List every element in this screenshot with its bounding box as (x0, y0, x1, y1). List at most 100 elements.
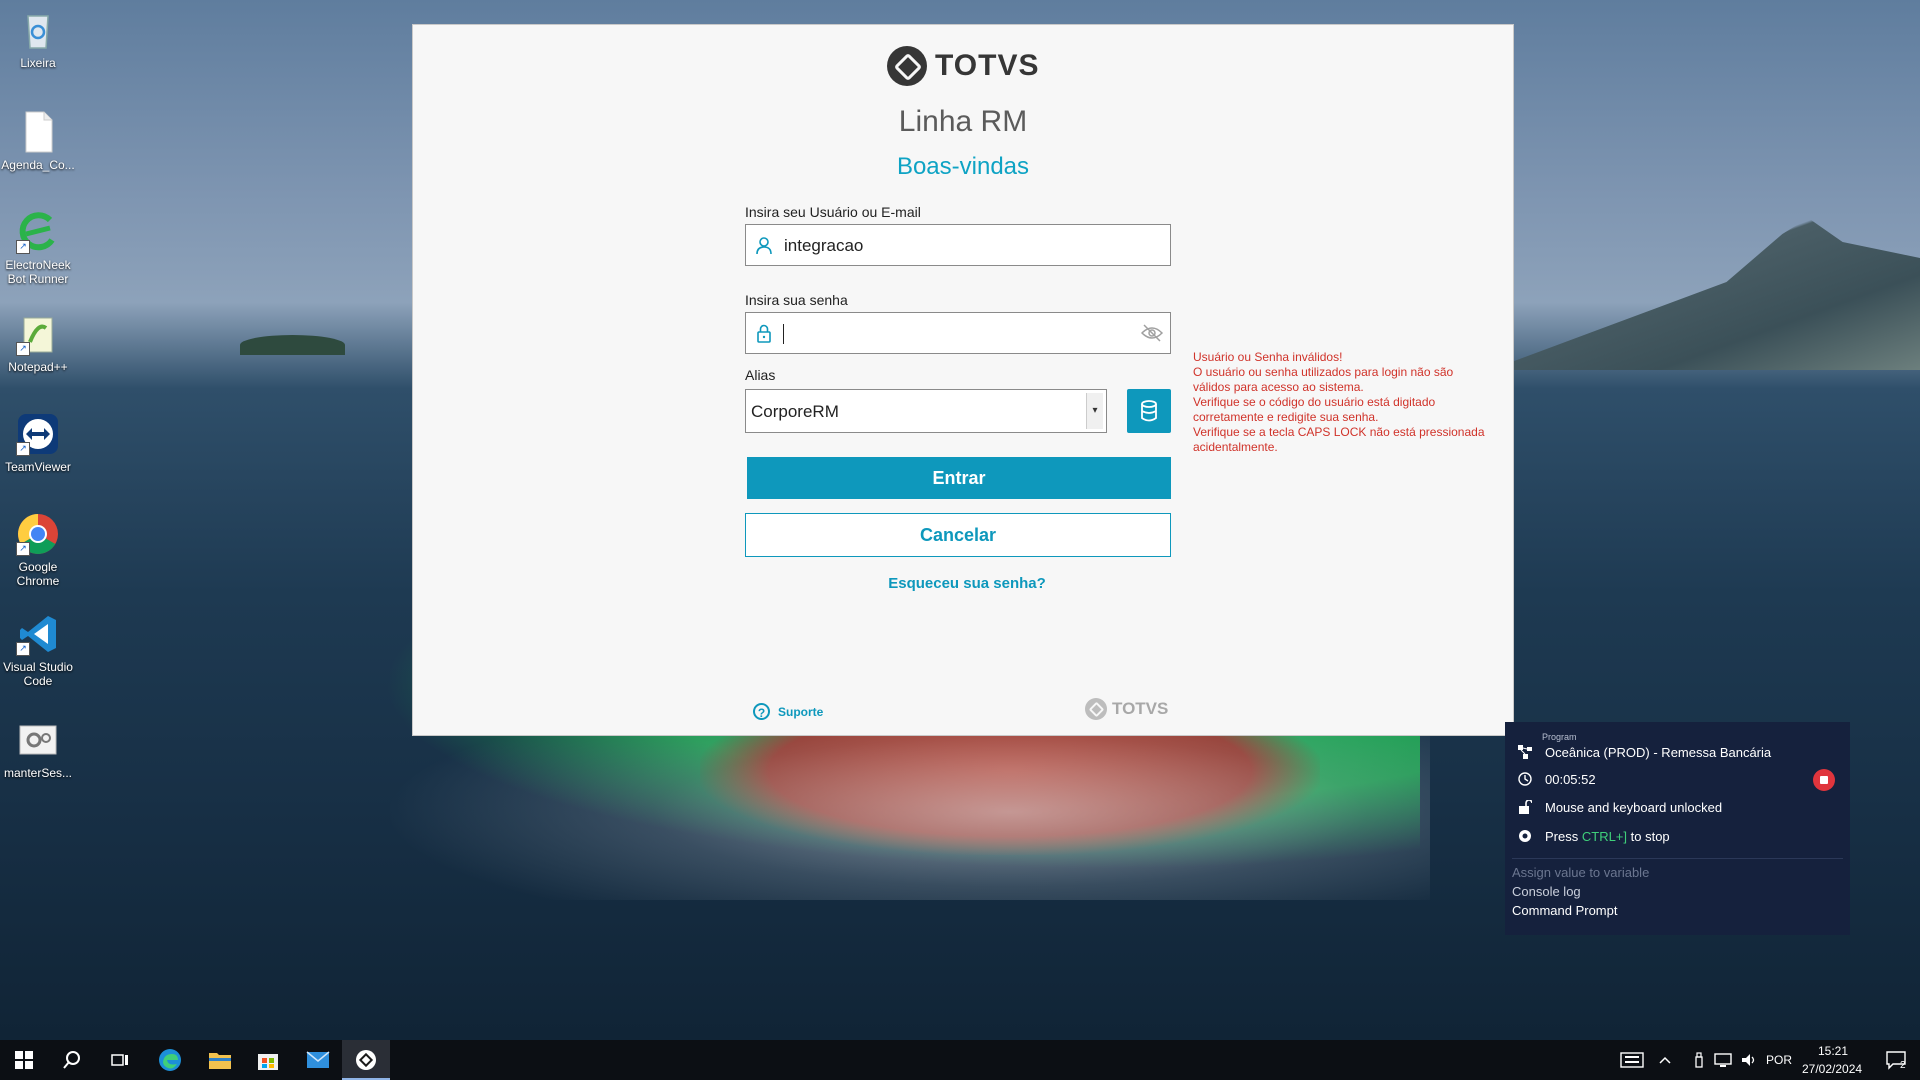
desktop-icon-label: ElectroNeek Bot Runner (5, 258, 71, 286)
stop-icon (1820, 776, 1828, 784)
desktop-icon-teamviewer[interactable]: ↗ TeamViewer (0, 412, 76, 474)
alias-value: CorporeRM (751, 402, 839, 421)
desktop-icon-label: manterSes... (3, 766, 73, 780)
alias-select[interactable]: CorporeRM ▾ (745, 389, 1107, 433)
password-label: Insira sua senha (745, 292, 848, 308)
program-name: Oceânica (PROD) - Remessa Bancária (1545, 744, 1772, 760)
background-island (240, 335, 345, 355)
desktop-icon-label: Notepad++ (8, 360, 68, 374)
shortcut-arrow-icon: ↗ (16, 442, 30, 456)
stop-hint-row: Press CTRL+] to stop (1517, 828, 1670, 844)
file-explorer-icon[interactable] (196, 1040, 244, 1080)
desktop-icon-label: Lixeira (20, 56, 56, 70)
brand-name: TOTVS (935, 49, 1040, 82)
keyboard-icon[interactable] (1608, 1040, 1656, 1080)
recycle-bin-icon (16, 8, 60, 52)
shortcut-arrow-icon: ↗ (16, 542, 30, 556)
teamviewer-icon: ↗ (16, 412, 60, 456)
desktop-icon-label: TeamViewer (5, 460, 71, 474)
desktop-icon-electroneek[interactable]: ↗ ElectroNeek Bot Runner (0, 210, 76, 286)
search-icon[interactable] (48, 1040, 96, 1080)
log-line: Assign value to variable (1512, 865, 1650, 880)
text-caret (783, 324, 784, 344)
elapsed-time: 00:05:52 (1545, 771, 1596, 787)
task-view-icon[interactable] (96, 1040, 144, 1080)
notepadpp-icon: ↗ (16, 312, 60, 356)
lock-row: Mouse and keyboard unlocked (1517, 799, 1722, 815)
desktop-icon-recycle-bin[interactable]: Lixeira (0, 8, 76, 70)
login-error-message: Usuário ou Senha inválidos! O usuário ou… (1193, 350, 1493, 455)
desktop-icon-chrome[interactable]: ↗ Google Chrome (0, 512, 76, 588)
totvs-logo-icon (1085, 698, 1107, 720)
file-icon (16, 110, 60, 154)
chevron-up-icon[interactable] (1653, 1040, 1677, 1080)
totvs-taskbar-icon[interactable] (342, 1040, 390, 1080)
taskbar: POR 15:21 27/02/2024 2 (0, 1040, 1920, 1080)
elapsed-row: 00:05:52 (1517, 771, 1596, 787)
forgot-password-link[interactable]: Esqueceu sua senha? (745, 575, 1189, 592)
program-caption: Program (1542, 732, 1577, 742)
user-input[interactable] (782, 225, 1116, 267)
stop-hotkey: CTRL+] (1581, 828, 1628, 844)
edge-icon[interactable] (146, 1040, 194, 1080)
store-icon[interactable] (244, 1040, 292, 1080)
clock-date[interactable]: 27/02/2024 (1802, 1062, 1862, 1076)
workflow-icon (1517, 744, 1533, 760)
database-icon (1141, 400, 1157, 422)
usb-icon[interactable] (1688, 1040, 1710, 1080)
totvs-login-window: TOTVS Linha RM Boas-vindas Insira seu Us… (412, 24, 1514, 736)
chevron-down-icon[interactable]: ▾ (1086, 393, 1103, 429)
desktop-icon-label: Google Chrome (16, 560, 60, 588)
notification-count: 2 (1900, 1060, 1906, 1071)
vscode-icon: ↗ (16, 612, 60, 656)
windows-start-icon[interactable] (0, 1040, 48, 1080)
log-line: Command Prompt (1512, 903, 1618, 918)
stop-button[interactable] (1813, 769, 1835, 791)
eye-off-icon[interactable] (1140, 323, 1164, 343)
support-label: Suporte (778, 704, 824, 719)
user-label: Insira seu Usuário ou E-mail (745, 204, 921, 220)
unlock-icon (1517, 799, 1533, 815)
desktop-icon-notepadpp[interactable]: ↗ Notepad++ (0, 312, 76, 374)
bot-runner-panel: Program Oceânica (PROD) - Remessa Bancár… (1505, 722, 1850, 935)
notification-center-icon[interactable]: 2 (1872, 1040, 1920, 1080)
network-icon[interactable] (1710, 1040, 1736, 1080)
shortcut-arrow-icon: ↗ (16, 642, 30, 656)
chrome-icon: ↗ (16, 512, 60, 556)
shortcut-arrow-icon: ↗ (16, 240, 30, 254)
cancel-button[interactable]: Cancelar (745, 513, 1171, 557)
lock-status: Mouse and keyboard unlocked (1545, 799, 1723, 815)
clock-icon (1517, 771, 1533, 787)
password-field[interactable] (745, 312, 1171, 354)
totvs-logo: TOTVS (887, 45, 1039, 87)
desktop-icon-vscode[interactable]: ↗ Visual Studio Code (0, 612, 76, 688)
shortcut-arrow-icon: ↗ (16, 342, 30, 356)
welcome-title: Boas-vindas (896, 153, 1030, 180)
totvs-logo-icon (887, 46, 927, 86)
stop-hint: Press CTRL+] to stop (1545, 828, 1670, 844)
footer-brand-name: TOTVS (1112, 699, 1169, 718)
record-icon (1517, 828, 1533, 844)
volume-icon[interactable] (1736, 1040, 1762, 1080)
help-icon: ? (753, 703, 770, 720)
error-line: Usuário ou Senha inválidos! (1193, 350, 1343, 364)
error-line: O usuário ou senha utilizados para login… (1193, 365, 1454, 394)
settings-file-icon (16, 718, 60, 762)
background-mountain (1490, 218, 1920, 370)
footer-totvs-logo: TOTVS (1085, 698, 1168, 720)
mail-icon[interactable] (294, 1040, 342, 1080)
alias-label: Alias (745, 367, 776, 383)
enter-button[interactable]: Entrar (747, 457, 1171, 499)
user-field[interactable] (745, 224, 1171, 267)
desktop-icon-mantersession[interactable]: manterSes... (0, 718, 76, 780)
desktop-icon-label: Visual Studio Code (3, 660, 73, 688)
lock-icon (757, 324, 771, 343)
clock-time[interactable]: 15:21 (1818, 1044, 1848, 1058)
database-button[interactable] (1127, 389, 1171, 433)
support-link[interactable]: ? Suporte (753, 703, 823, 720)
desktop-icon-agenda[interactable]: Agenda_Co... (0, 110, 76, 172)
product-title: Linha RM (898, 105, 1028, 138)
language-indicator[interactable]: POR (1766, 1053, 1792, 1067)
desktop-icon-label: Agenda_Co... (1, 158, 75, 172)
user-icon (756, 237, 772, 255)
